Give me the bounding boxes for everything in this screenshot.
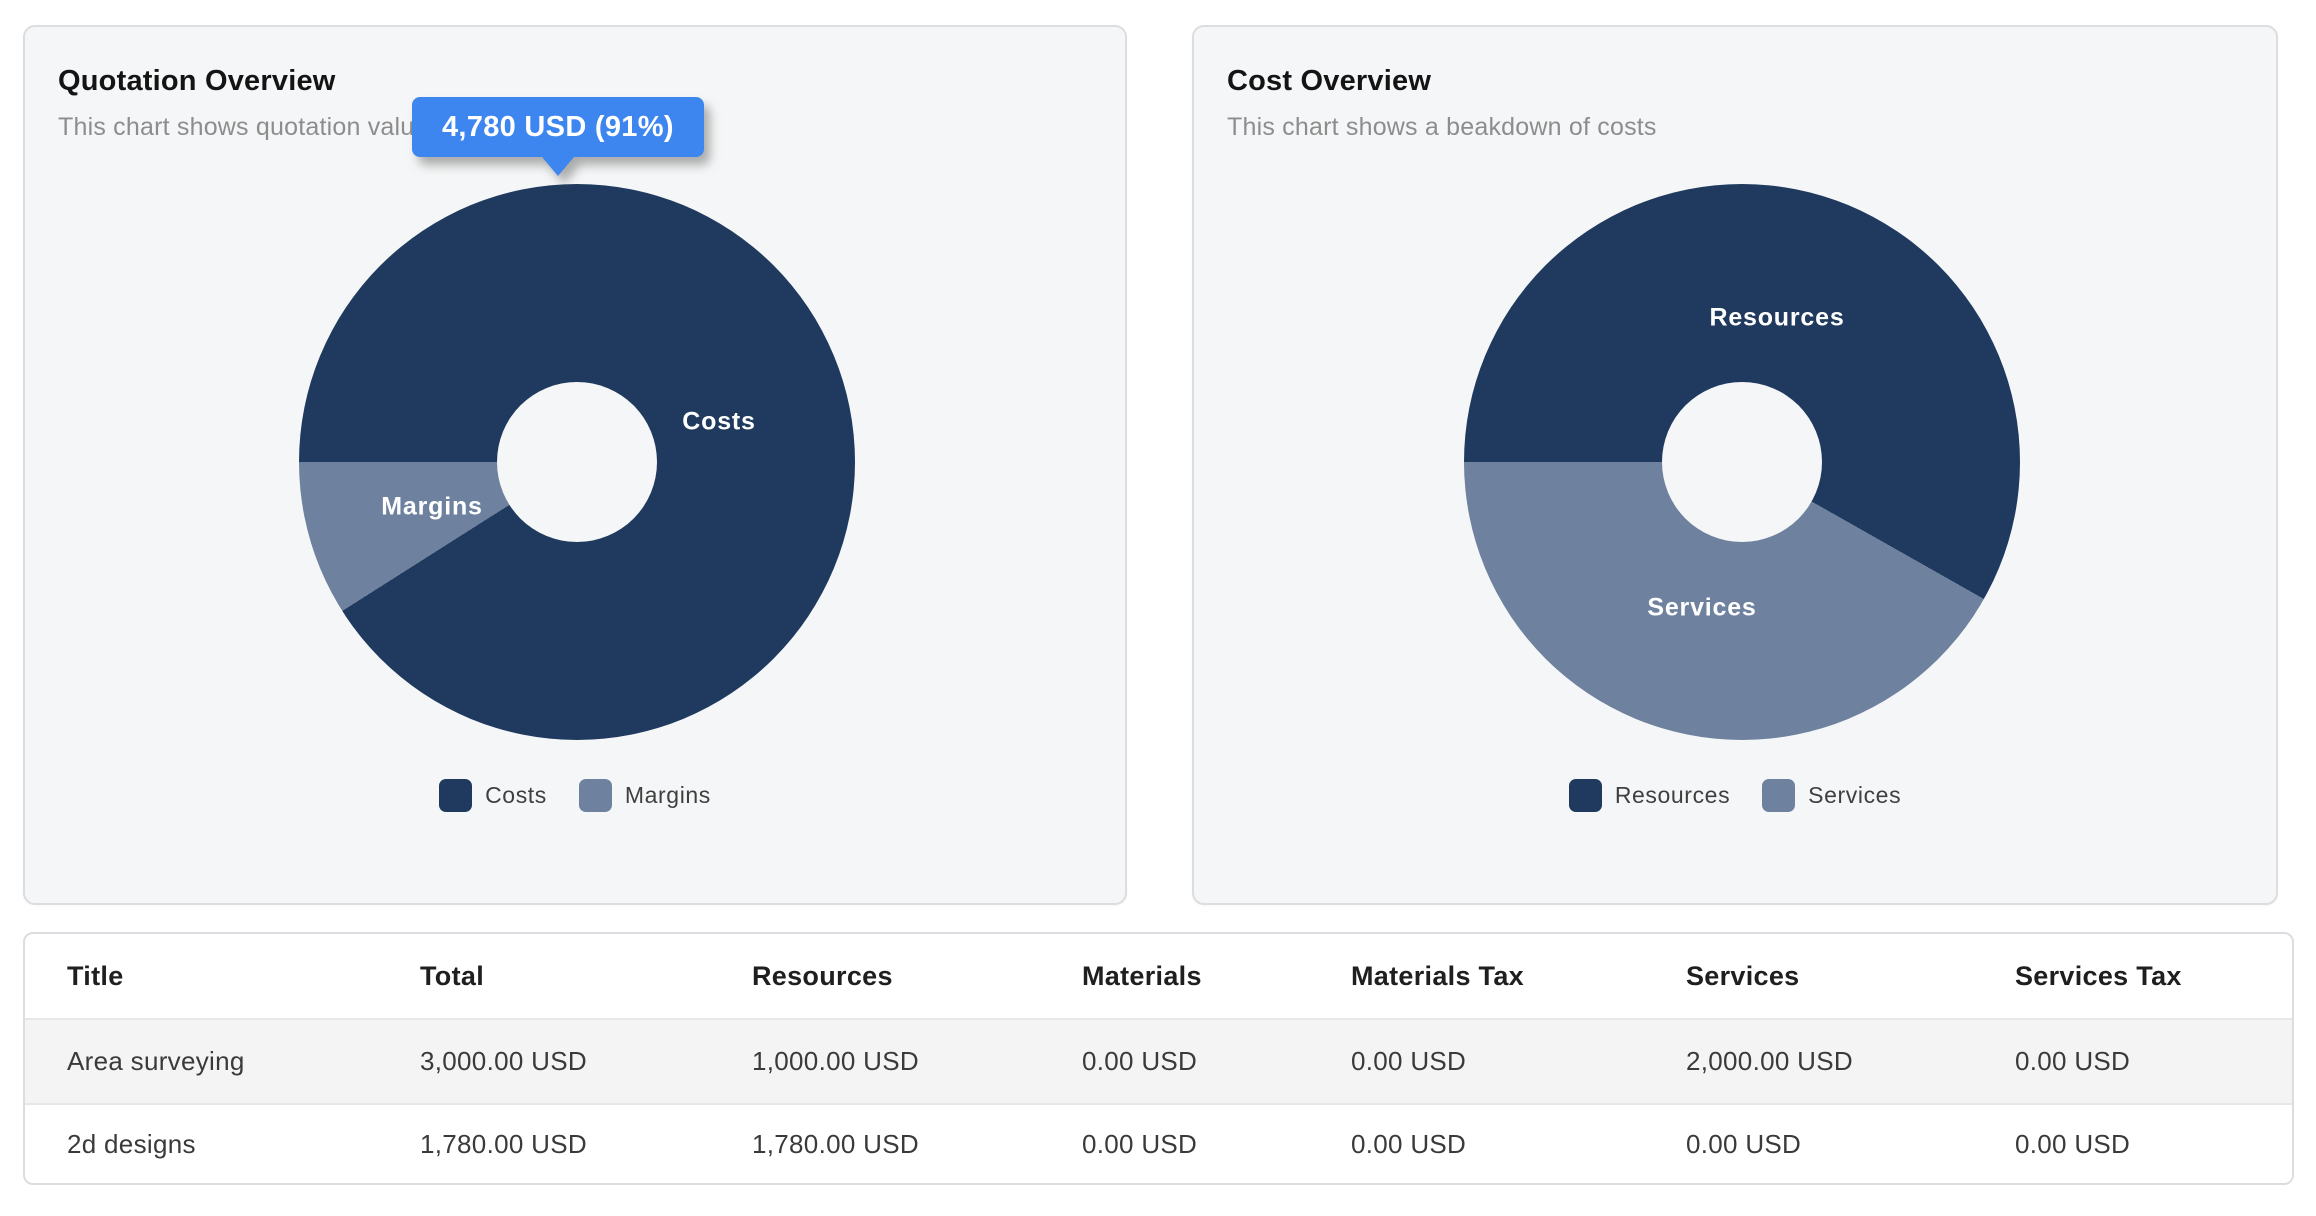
col-header-resources: Resources [710,934,1040,1019]
cell-resources: 1,000.00 USD [710,1019,1040,1104]
slice-label-costs: Costs [682,408,755,437]
slice-label-resources: Resources [1709,304,1844,333]
table-row-area-surveying[interactable]: Area surveying 3,000.00 USD 1,000.00 USD… [25,1019,2294,1104]
quotation-overview-card: Quotation Overview This chart shows quot… [23,25,1127,905]
cost-overview-card: Cost Overview This chart shows a beakdow… [1192,25,2278,905]
cell-services: 0.00 USD [1644,1104,1973,1183]
legend-item-costs[interactable]: Costs [439,779,547,812]
legend-label-costs: Costs [485,782,547,809]
cell-total: 1,780.00 USD [378,1104,710,1183]
cell-title: 2d designs [25,1104,378,1183]
col-header-title: Title [25,934,378,1019]
cost-legend: Resources Services [1194,779,2276,812]
legend-label-margins: Margins [625,782,711,809]
quotation-card-subtitle: This chart shows quotation values [58,113,441,142]
cell-materials: 0.00 USD [1040,1019,1309,1104]
legend-item-services[interactable]: Services [1762,779,1901,812]
cell-materials-tax: 0.00 USD [1309,1019,1644,1104]
legend-item-resources[interactable]: Resources [1569,779,1730,812]
cell-services: 2,000.00 USD [1644,1019,1973,1104]
cost-card-title: Cost Overview [1227,65,1431,98]
col-header-services: Services [1644,934,1973,1019]
table-header-row: Title Total Resources Materials Material… [25,934,2294,1019]
cell-materials: 0.00 USD [1040,1104,1309,1183]
quotation-lines-table-card: Title Total Resources Materials Material… [23,932,2294,1185]
slice-label-services: Services [1647,594,1756,623]
cell-materials-tax: 0.00 USD [1309,1104,1644,1183]
legend-label-resources: Resources [1615,782,1730,809]
cost-card-subtitle: This chart shows a beakdown of costs [1227,113,1657,142]
legend-label-services: Services [1808,782,1901,809]
cell-title: Area surveying [25,1019,378,1104]
col-header-materials-tax: Materials Tax [1309,934,1644,1019]
cell-services-tax: 0.00 USD [1973,1104,2294,1183]
chart-tooltip: 4,780 USD (91%) [412,97,704,157]
resources-swatch-icon [1569,779,1602,812]
cell-resources: 1,780.00 USD [710,1104,1040,1183]
col-header-services-tax: Services Tax [1973,934,2294,1019]
col-header-total: Total [378,934,710,1019]
cost-donut-hole [1662,382,1822,542]
quotation-card-title: Quotation Overview [58,65,336,98]
services-swatch-icon [1762,779,1795,812]
quotation-donut-chart[interactable]: Costs Margins [299,184,855,740]
margins-swatch-icon [579,779,612,812]
cell-total: 3,000.00 USD [378,1019,710,1104]
quotation-legend: Costs Margins [25,779,1125,812]
cost-donut-chart[interactable]: Resources Services [1464,184,2020,740]
slice-label-margins: Margins [381,493,482,522]
cell-services-tax: 0.00 USD [1973,1019,2294,1104]
legend-item-margins[interactable]: Margins [579,779,711,812]
quotation-donut-hole [497,382,657,542]
table-row-2d-designs[interactable]: 2d designs 1,780.00 USD 1,780.00 USD 0.0… [25,1104,2294,1183]
costs-swatch-icon [439,779,472,812]
quotation-lines-table: Title Total Resources Materials Material… [25,934,2294,1183]
col-header-materials: Materials [1040,934,1309,1019]
